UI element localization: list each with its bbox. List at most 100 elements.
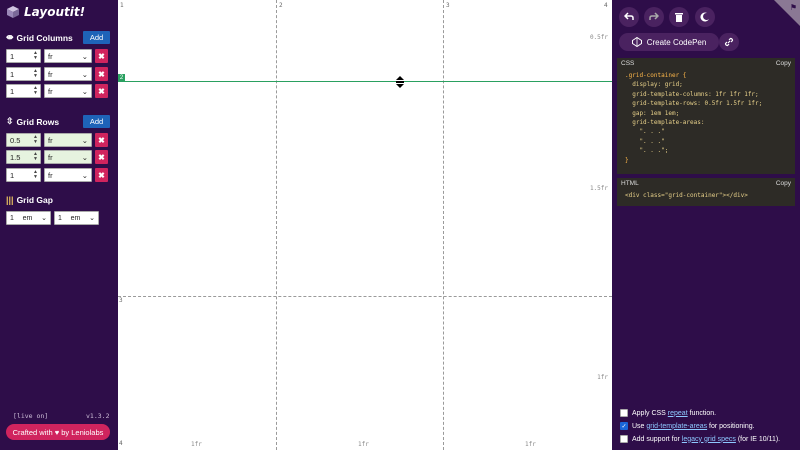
code-line: gap: 1em 1em; xyxy=(625,109,680,117)
cube-icon xyxy=(7,6,19,18)
undo-button[interactable] xyxy=(619,7,639,27)
add-column-button[interactable]: Add xyxy=(83,31,110,44)
template-areas-link[interactable]: grid-template-areas xyxy=(646,423,707,430)
column-gap-select[interactable]: 1 em ⌄ xyxy=(6,211,51,225)
stepper-icon[interactable]: ▲ ▼ xyxy=(33,135,38,145)
repeat-checkbox[interactable] xyxy=(620,409,628,417)
column-line-number: 4 xyxy=(604,2,608,9)
delete-column-button[interactable]: ✖ xyxy=(95,49,108,63)
column-value-input[interactable]: 1 ▲ ▼ xyxy=(6,84,41,98)
html-panel-title: HTML xyxy=(621,180,639,187)
column-unit-select[interactable]: fr ⌄ xyxy=(44,84,92,98)
code-line: ". . ." xyxy=(625,128,665,136)
columns-icon: ⇼ xyxy=(6,32,14,42)
column-value-input[interactable]: 1 ▲ ▼ xyxy=(6,49,41,63)
row-value-input[interactable]: 1 ▲ ▼ xyxy=(6,168,41,182)
template-areas-checkbox[interactable]: ✓ xyxy=(620,422,628,430)
code-line: .grid-container { xyxy=(625,72,687,79)
app-title: Layoutit! xyxy=(24,5,86,19)
code-line: grid-template-columns: 1fr 1fr 1fr; xyxy=(625,90,759,98)
code-line: <div class="grid-container"></div> xyxy=(625,192,748,199)
logo: Layoutit! xyxy=(7,5,85,19)
chevron-down-icon: ⌄ xyxy=(89,215,95,222)
gap-heading: ||| Grid Gap xyxy=(6,195,53,205)
option-legacy-specs[interactable]: Add support for legacy grid specs (for I… xyxy=(620,435,780,443)
rows-heading: ⇳ Grid Rows xyxy=(6,116,60,127)
column-size-label: 1fr xyxy=(191,441,202,448)
row-row: 1 ▲ ▼ fr ⌄ ✖ xyxy=(6,168,108,182)
row-line-number: 4 xyxy=(119,440,123,447)
crafted-by-button[interactable]: Crafted with ♥ by Leniolabs xyxy=(6,424,110,440)
column-size-label: 1fr xyxy=(525,441,536,448)
chevron-down-icon: ⌄ xyxy=(81,152,88,162)
column-unit-select[interactable]: fr ⌄ xyxy=(44,49,92,63)
undo-icon xyxy=(624,12,634,20)
row-divider xyxy=(118,296,612,297)
delete-row-button[interactable]: ✖ xyxy=(95,168,108,182)
row-size-label: 1fr xyxy=(597,374,608,381)
legacy-specs-checkbox[interactable] xyxy=(620,435,628,443)
column-divider xyxy=(276,0,277,450)
clear-button[interactable] xyxy=(669,7,689,27)
delete-row-button[interactable]: ✖ xyxy=(95,150,108,164)
chevron-down-icon: ⌄ xyxy=(81,135,88,145)
css-code: .grid-container { display: grid; grid-te… xyxy=(617,69,795,167)
grid-canvas[interactable]: 1 2 3 4 3 4 0.5fr 1.5fr 1fr 1fr 1fr 1fr … xyxy=(118,0,612,450)
row-value-input[interactable]: 0.5 ▲ ▼ xyxy=(6,133,41,147)
guide-line-number: 2 xyxy=(118,74,125,82)
css-code-panel: CSS Copy .grid-container { display: grid… xyxy=(617,58,795,174)
row-gap-select[interactable]: 1 em ⌄ xyxy=(54,211,99,225)
column-line-number: 1 xyxy=(120,2,124,9)
column-line-number: 2 xyxy=(279,2,283,9)
stepper-icon[interactable]: ▲ ▼ xyxy=(33,69,38,79)
legacy-specs-link[interactable]: legacy grid specs xyxy=(682,436,736,443)
row-unit-select[interactable]: fr ⌄ xyxy=(44,150,92,164)
delete-row-button[interactable]: ✖ xyxy=(95,133,108,147)
version-label: v1.3.2 xyxy=(86,412,110,420)
delete-column-button[interactable]: ✖ xyxy=(95,67,108,81)
html-code: <div class="grid-container"></div> xyxy=(617,189,795,202)
column-value-input[interactable]: 1 ▲ ▼ xyxy=(6,67,41,81)
chevron-down-icon: ⌄ xyxy=(81,86,88,96)
code-line: grid-template-rows: 0.5fr 1.5fr 1fr; xyxy=(625,100,763,108)
option-template-areas[interactable]: ✓ Use grid-template-areas for positionin… xyxy=(620,422,755,430)
option-repeat[interactable]: Apply CSS repeat function. xyxy=(620,409,716,417)
create-codepen-button[interactable]: Create CodePen xyxy=(619,33,719,51)
row-size-label: 0.5fr xyxy=(589,34,608,41)
row-unit-select[interactable]: fr ⌄ xyxy=(44,133,92,147)
dark-mode-button[interactable] xyxy=(695,7,715,27)
column-divider xyxy=(443,0,444,450)
columns-heading: ⇼ Grid Columns xyxy=(6,32,73,43)
delete-column-button[interactable]: ✖ xyxy=(95,84,108,98)
stepper-icon[interactable]: ▲ ▼ xyxy=(33,86,38,96)
row-row: 1.5 ▲ ▼ fr ⌄ ✖ xyxy=(6,150,108,164)
column-line-number: 3 xyxy=(446,2,450,9)
row-row: 0.5 ▲ ▼ fr ⌄ ✖ xyxy=(6,133,108,147)
row-resize-guide[interactable] xyxy=(118,81,612,82)
copy-html-button[interactable]: Copy xyxy=(776,180,791,187)
add-row-button[interactable]: Add xyxy=(83,115,110,128)
stepper-icon[interactable]: ▲ ▼ xyxy=(33,170,38,180)
github-icon: ⚑ xyxy=(789,3,797,12)
moon-icon xyxy=(700,12,709,22)
view-mode-toggle[interactable]: [live on] xyxy=(13,412,48,420)
resize-cursor-icon xyxy=(396,76,404,88)
stepper-icon[interactable]: ▲ ▼ xyxy=(33,152,38,162)
column-unit-select[interactable]: fr ⌄ xyxy=(44,67,92,81)
row-value-input[interactable]: 1.5 ▲ ▼ xyxy=(6,150,41,164)
share-link-button[interactable] xyxy=(719,33,739,51)
copy-css-button[interactable]: Copy xyxy=(776,60,791,67)
code-line: ". . ."; xyxy=(625,147,669,155)
row-unit-select[interactable]: fr ⌄ xyxy=(44,168,92,182)
html-code-panel: HTML Copy <div class="grid-container"></… xyxy=(617,178,795,206)
code-line: } xyxy=(625,156,629,164)
css-panel-title: CSS xyxy=(621,60,635,67)
redo-button[interactable] xyxy=(644,7,664,27)
stepper-icon[interactable]: ▲ ▼ xyxy=(33,51,38,61)
code-line: ". . ." xyxy=(625,137,665,145)
code-line: display: grid; xyxy=(625,81,683,89)
chevron-down-icon: ⌄ xyxy=(81,51,88,61)
gap-row: 1 em ⌄ 1 em ⌄ xyxy=(6,211,99,225)
redo-icon xyxy=(649,12,659,20)
repeat-link[interactable]: repeat xyxy=(668,410,688,417)
